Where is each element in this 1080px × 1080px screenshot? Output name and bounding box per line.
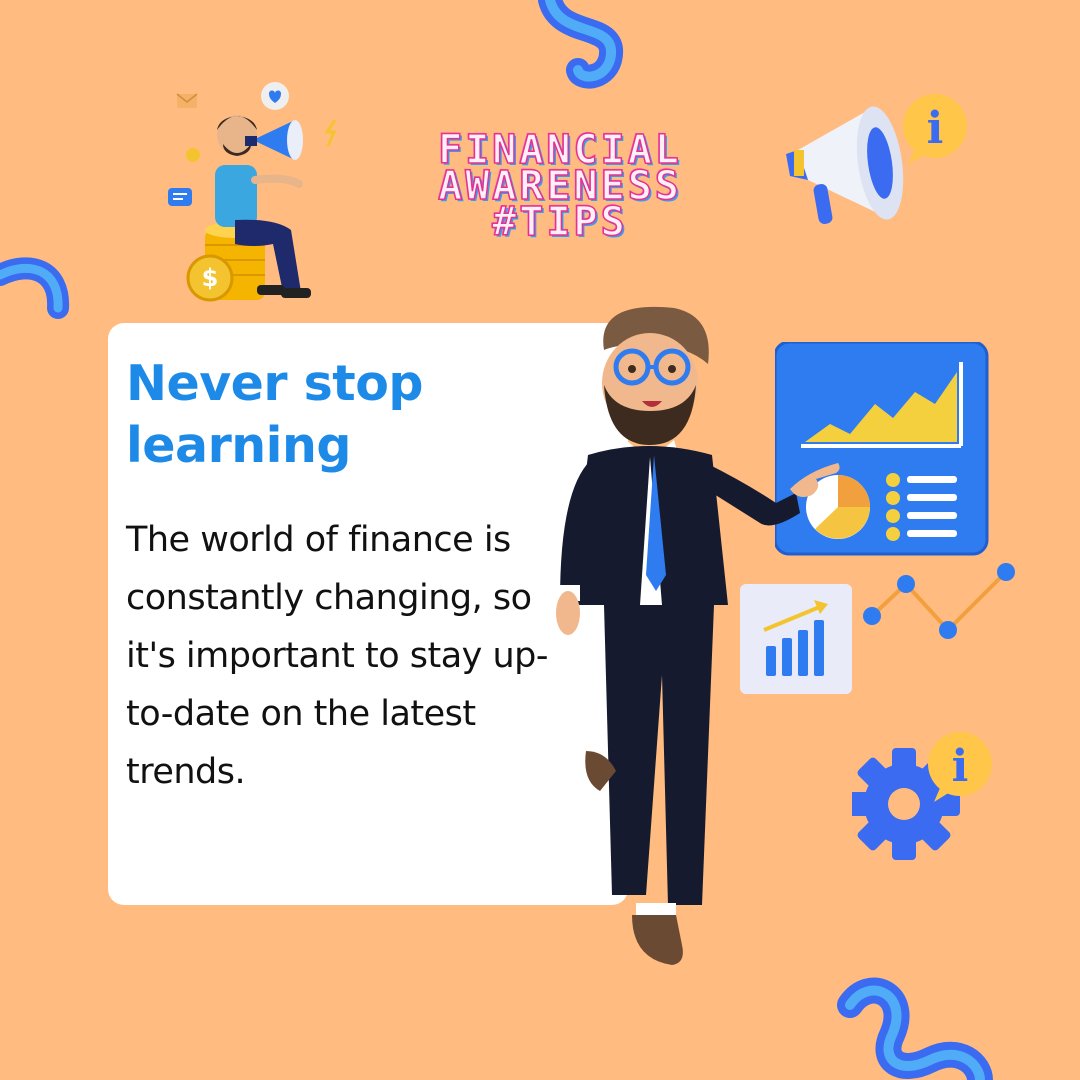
squiggle-left-icon bbox=[0, 257, 70, 319]
svg-text:i: i bbox=[927, 103, 944, 154]
page-title: FINANCIAL AWARENESS #TIPS bbox=[360, 129, 760, 245]
person-with-megaphone-icon: $ bbox=[168, 82, 337, 302]
poster-canvas: $ FINANCIAL AWARENESS #TIPS i Never stop… bbox=[0, 0, 1080, 1080]
svg-text:i: i bbox=[952, 741, 969, 792]
title-line-3: #TIPS bbox=[492, 199, 628, 245]
line-graph-icon bbox=[863, 563, 1015, 639]
svg-text:$: $ bbox=[202, 264, 219, 292]
card-body-text: The world of finance is constantly chang… bbox=[126, 520, 549, 792]
gear-info-icon: i bbox=[852, 732, 992, 860]
megaphone-info-icon: i bbox=[786, 94, 967, 224]
bar-growth-icon bbox=[740, 584, 852, 694]
card-heading: Never stop learning bbox=[126, 355, 423, 474]
squiggle-bottom-icon bbox=[837, 977, 993, 1080]
squiggle-top-icon bbox=[538, 0, 624, 89]
